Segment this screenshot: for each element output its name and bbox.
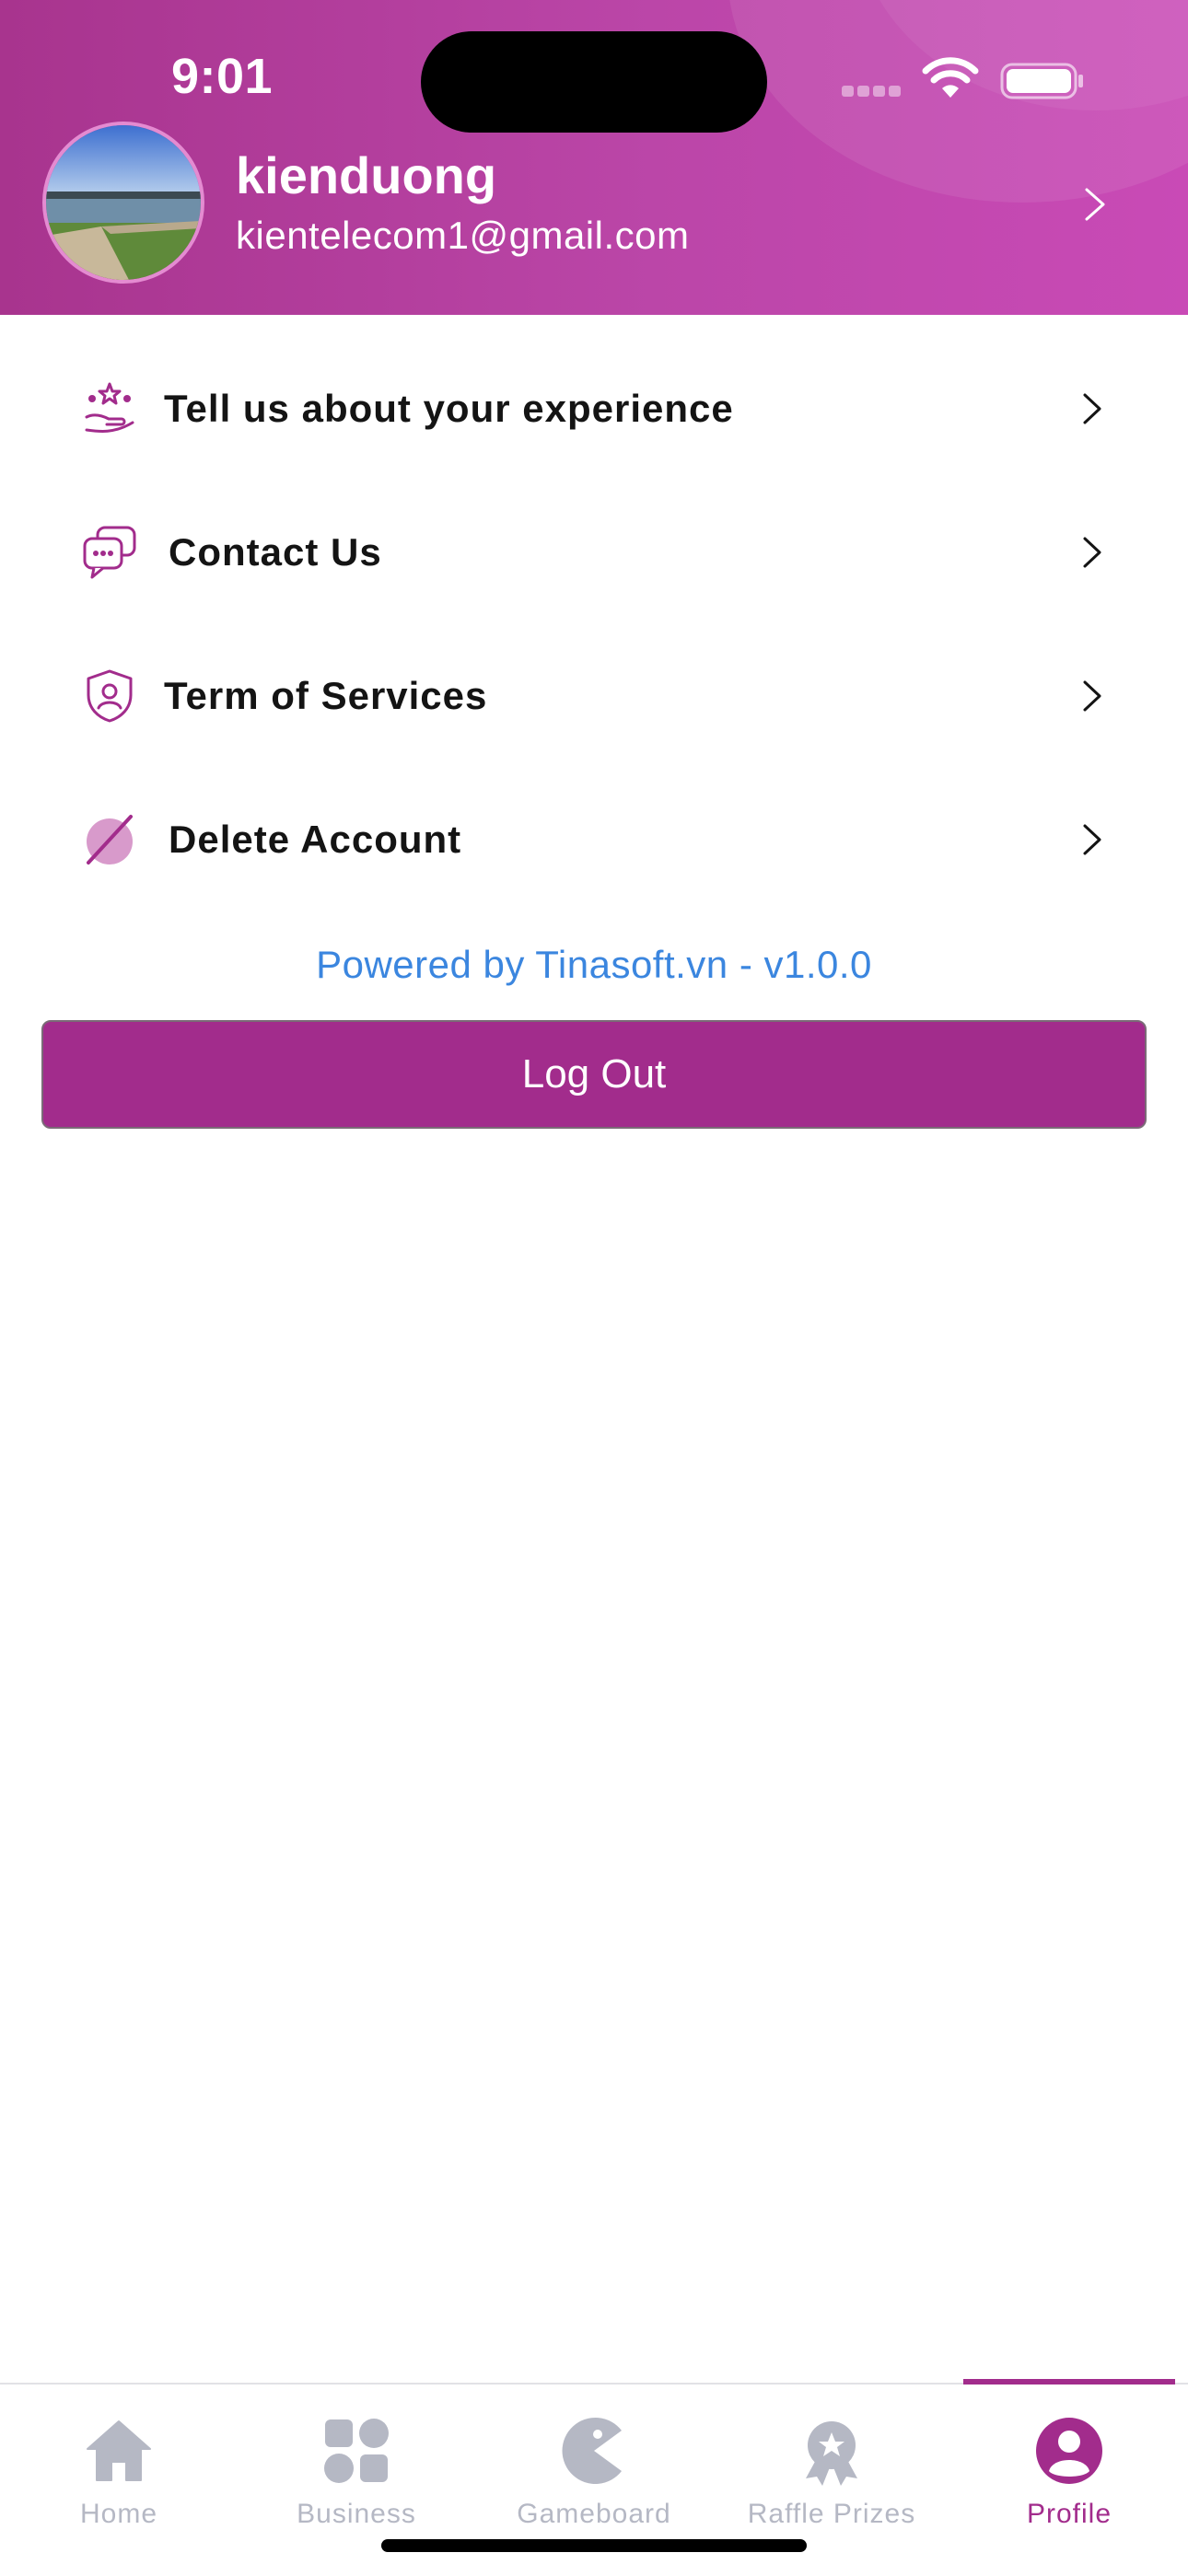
logout-button[interactable]: Log Out	[41, 1020, 1147, 1129]
user-email: kientelecom1@gmail.com	[236, 214, 690, 257]
chevron-right-icon[interactable]	[1083, 186, 1107, 223]
dynamic-island	[421, 31, 767, 133]
chevron-right-icon	[1083, 393, 1101, 424]
chevron-right-icon	[1083, 824, 1101, 855]
grid-icon	[324, 2419, 389, 2483]
menu-item-label: Contact Us	[169, 530, 382, 574]
pacman-icon	[562, 2418, 622, 2484]
avatar[interactable]	[42, 122, 204, 284]
menu-item-experience[interactable]: Tell us about your experience	[0, 337, 1188, 481]
tab-home[interactable]: Home	[0, 2385, 238, 2576]
menu-item-delete-account[interactable]: Delete Account	[0, 768, 1188, 911]
chat-bubbles-icon	[83, 526, 136, 579]
tab-profile[interactable]: Profile	[950, 2385, 1188, 2576]
avatar-photo	[46, 125, 201, 280]
chevron-right-icon	[1083, 537, 1101, 568]
award-badge-icon	[806, 2421, 857, 2486]
profile-icon	[1036, 2418, 1102, 2484]
tab-label: Profile	[1026, 2499, 1112, 2529]
menu-item-contact[interactable]: Contact Us	[0, 481, 1188, 624]
home-icon	[87, 2420, 151, 2481]
user-name: kienduong	[236, 146, 497, 204]
tab-label: Home	[79, 2499, 158, 2529]
tab-label: Business	[297, 2499, 416, 2529]
chevron-right-icon	[1083, 680, 1101, 712]
shield-user-icon	[87, 669, 133, 723]
review-stars-hand-icon	[85, 382, 134, 434]
menu-item-label: Delete Account	[169, 818, 462, 861]
profile-header: 9:01 kienduong kientelecom1@gmail.com	[0, 0, 1188, 315]
tab-label: Gameboard	[517, 2499, 671, 2529]
delete-account-icon	[87, 815, 133, 864]
menu-item-label: Tell us about your experience	[164, 387, 734, 430]
menu-item-terms[interactable]: Term of Services	[0, 624, 1188, 768]
home-indicator	[381, 2539, 807, 2552]
tab-label: Raffle Prizes	[747, 2499, 916, 2529]
powered-by-link[interactable]: Powered by Tinasoft.vn - v1.0.0	[0, 943, 1188, 987]
status-time: 9:01	[171, 49, 274, 104]
wifi-icon	[922, 57, 979, 98]
cellular-signal-icon	[842, 85, 906, 98]
menu-item-label: Term of Services	[164, 674, 488, 717]
battery-icon	[1000, 63, 1083, 99]
